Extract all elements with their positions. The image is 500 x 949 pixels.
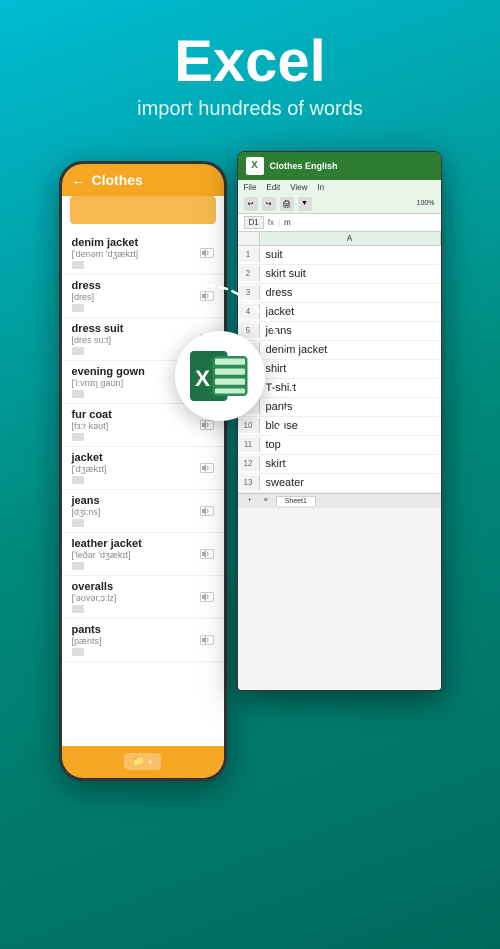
content-area: ← Clothes denim jacket ['denəm 'dʒækɪt] xyxy=(0,131,500,781)
speaker-icon xyxy=(200,635,214,645)
header-section: Excel import hundreds of words xyxy=(0,0,500,131)
column-header-row: A xyxy=(238,232,441,246)
image-placeholder-icon xyxy=(72,519,84,527)
phone-search-bar[interactable] xyxy=(70,196,216,224)
phone-footer: 📁 + xyxy=(62,746,224,778)
redo-button[interactable]: ↪ xyxy=(262,197,276,211)
cell-value: sweater xyxy=(260,474,441,492)
add-button-label: + xyxy=(148,757,153,767)
sheet1-tab[interactable]: Sheet1 xyxy=(276,496,316,506)
image-placeholder-icon xyxy=(72,347,84,355)
speaker-icon xyxy=(200,248,214,258)
page-subtitle: import hundreds of words xyxy=(20,98,480,121)
excel-file-icon: X xyxy=(246,157,264,175)
cell-reference[interactable]: D1 xyxy=(244,216,264,229)
phonetic-label: ['əʊvər,ɔ:lz] xyxy=(72,593,194,603)
phonetic-label: ['dʒækɪt] xyxy=(72,464,194,474)
folder-icon: 📁 xyxy=(132,756,144,767)
excel-sheet-tabs: + ≡ Sheet1 xyxy=(238,493,441,508)
image-placeholder-icon xyxy=(72,390,84,398)
phonetic-label: [dʒi:ns] xyxy=(72,507,194,517)
speaker-icon xyxy=(200,463,214,473)
speaker-icon xyxy=(200,549,214,559)
folder-add-button[interactable]: 📁 + xyxy=(124,753,161,770)
excel-logo-circle: X xyxy=(175,331,265,421)
list-item-text: pants [pænts] xyxy=(72,624,194,656)
list-item-text: overalls ['əʊvər,ɔ:lz] xyxy=(72,581,194,613)
formula-value: m xyxy=(284,218,291,227)
menu-insert[interactable]: In xyxy=(317,183,324,192)
undo-button[interactable]: ↩ xyxy=(244,197,258,211)
sheet-menu-button[interactable]: ≡ xyxy=(260,496,272,505)
excel-icon: X xyxy=(190,346,250,406)
table-row[interactable]: 13 sweater xyxy=(238,474,441,493)
row-number: 13 xyxy=(238,475,260,490)
excel-menubar: File Edit View In xyxy=(238,180,441,195)
phonetic-label: ['leðər 'dʒækɪt] xyxy=(72,550,194,560)
sound-icon[interactable] xyxy=(194,548,214,560)
sound-icon[interactable] xyxy=(194,634,214,646)
menu-view[interactable]: View xyxy=(290,183,307,192)
speaker-icon xyxy=(200,506,214,516)
excel-titlebar: X Clothes English xyxy=(238,152,441,180)
image-placeholder-icon xyxy=(72,648,84,656)
list-item[interactable]: jeans [dʒi:ns] xyxy=(62,490,224,533)
word-label: pants xyxy=(72,624,194,636)
print-button[interactable]: 🖨 xyxy=(280,197,294,211)
list-item[interactable]: overalls ['əʊvər,ɔ:lz] xyxy=(62,576,224,619)
phone-screen: ← Clothes denim jacket ['denəm 'dʒækɪt] xyxy=(62,164,224,778)
sound-icon[interactable] xyxy=(194,505,214,517)
phonetic-label: [pænts] xyxy=(72,636,194,646)
word-label: denim jacket xyxy=(72,237,194,249)
phonetic-label: ['denəm 'dʒækɪt] xyxy=(72,249,194,259)
page-title: Excel xyxy=(20,30,480,94)
image-placeholder-icon xyxy=(72,562,84,570)
add-sheet-button[interactable]: + xyxy=(244,496,256,505)
image-placeholder-icon xyxy=(72,476,84,484)
back-arrow-icon[interactable]: ← xyxy=(72,172,86,188)
image-placeholder-icon xyxy=(72,605,84,613)
svg-text:X: X xyxy=(195,366,210,391)
filter-button[interactable]: ▼ xyxy=(298,197,312,211)
list-item[interactable]: pants [pænts] xyxy=(62,619,224,662)
phone-header: ← Clothes xyxy=(62,164,224,196)
speaker-icon xyxy=(200,592,214,602)
excel-toolbar: ↩ ↪ 🖨 ▼ 100% xyxy=(238,195,441,214)
word-label: overalls xyxy=(72,581,194,593)
col-a-header: A xyxy=(260,232,441,245)
image-placeholder-icon xyxy=(72,304,84,312)
excel-formula-bar: D1 fx | m xyxy=(238,214,441,232)
sound-icon[interactable] xyxy=(194,247,214,259)
image-placeholder-icon xyxy=(72,433,84,441)
excel-file-title: Clothes English xyxy=(270,161,338,171)
sound-icon[interactable] xyxy=(194,591,214,603)
list-item-text: jeans [dʒi:ns] xyxy=(72,495,194,527)
list-item-text: leather jacket ['leðər 'dʒækɪt] xyxy=(72,538,194,570)
menu-edit[interactable]: Edit xyxy=(266,183,280,192)
phone-screen-title: Clothes xyxy=(92,172,143,188)
sound-icon[interactable] xyxy=(194,462,214,474)
image-placeholder-icon xyxy=(72,261,84,269)
excel-x-letter: X xyxy=(251,160,258,171)
phone-mockup: ← Clothes denim jacket ['denəm 'dʒækɪt] xyxy=(59,161,227,781)
list-item[interactable]: leather jacket ['leðər 'dʒækɪt] xyxy=(62,533,224,576)
menu-file[interactable]: File xyxy=(244,183,257,192)
word-label: jeans xyxy=(72,495,194,507)
formula-fx-label: fx xyxy=(268,218,274,227)
zoom-level: 100% xyxy=(417,200,435,207)
word-label: leather jacket xyxy=(72,538,194,550)
row-number-header xyxy=(238,232,260,245)
